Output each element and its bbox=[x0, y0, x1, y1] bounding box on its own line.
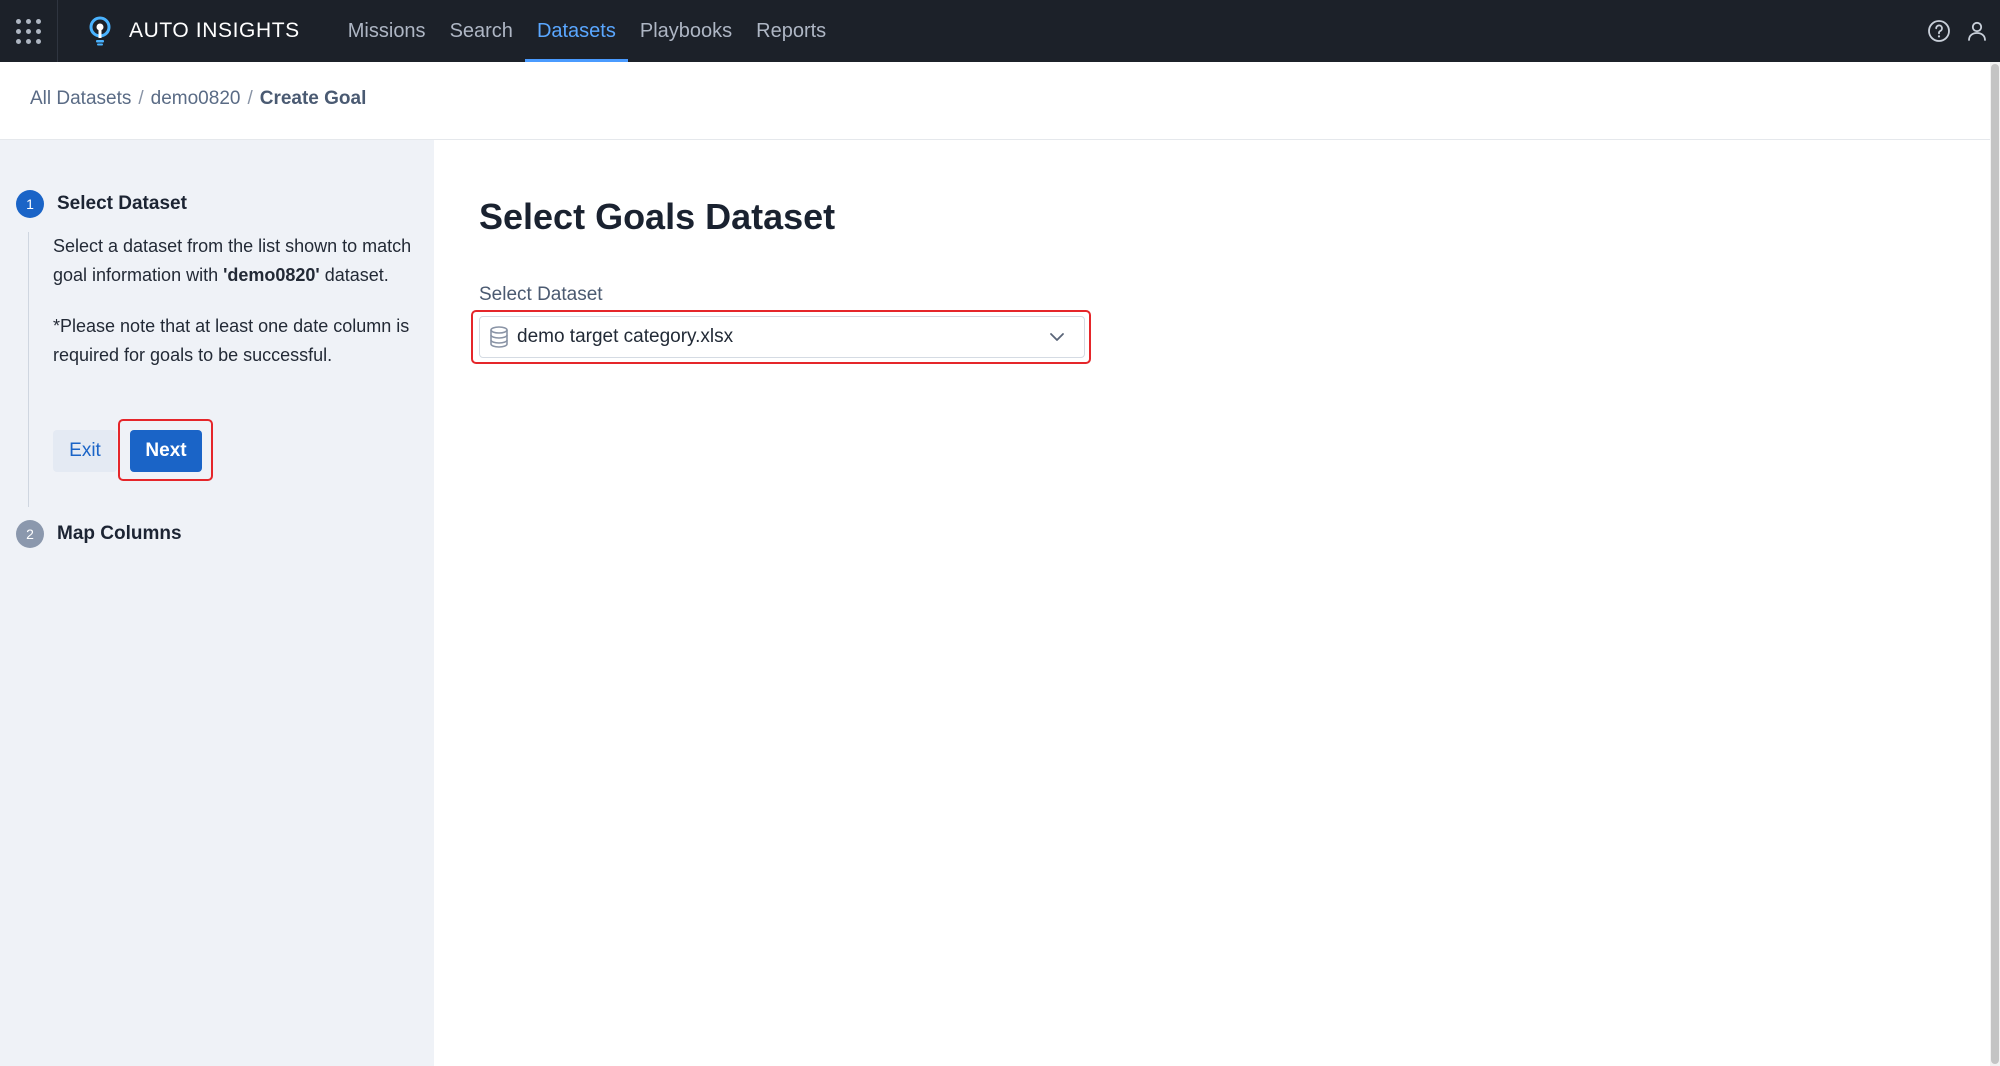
brand-name: AUTO INSIGHTS bbox=[129, 19, 300, 42]
page-title: Select Goals Dataset bbox=[479, 196, 836, 237]
nav-missions[interactable]: Missions bbox=[336, 0, 438, 62]
select-dataset-label: Select Dataset bbox=[479, 284, 603, 305]
step-map-columns[interactable]: 2 Map Columns bbox=[16, 520, 182, 548]
step-connector bbox=[28, 232, 29, 507]
chevron-down-icon[interactable] bbox=[1046, 326, 1068, 348]
user-icon[interactable] bbox=[1962, 16, 1992, 46]
top-right-actions bbox=[1916, 0, 1992, 62]
breadcrumb-separator: / bbox=[138, 88, 144, 109]
nav-playbooks[interactable]: Playbooks bbox=[628, 0, 744, 62]
breadcrumb-all-datasets[interactable]: All Datasets bbox=[30, 88, 131, 110]
main-nav: Missions Search Datasets Playbooks Repor… bbox=[336, 0, 838, 62]
dataset-name: 'demo0820' bbox=[223, 265, 320, 285]
step-select-dataset[interactable]: 1 Select Dataset bbox=[16, 190, 187, 218]
help-icon[interactable] bbox=[1924, 16, 1954, 46]
step-number-badge: 1 bbox=[16, 190, 44, 218]
breadcrumb: All Datasets / demo0820 / Create Goal bbox=[30, 88, 366, 110]
apps-grid-icon bbox=[16, 18, 41, 44]
breadcrumb-separator: / bbox=[247, 88, 253, 109]
nav-search[interactable]: Search bbox=[438, 0, 525, 62]
date-column-note: *Please note that at least one date colu… bbox=[53, 316, 410, 365]
step-title: Map Columns bbox=[57, 523, 182, 544]
breadcrumb-dataset[interactable]: demo0820 bbox=[151, 88, 241, 110]
nav-reports[interactable]: Reports bbox=[744, 0, 838, 62]
nav-datasets[interactable]: Datasets bbox=[524, 0, 628, 62]
database-icon bbox=[488, 325, 510, 349]
brand[interactable]: AUTO INSIGHTS bbox=[88, 16, 300, 46]
step-description: Select a dataset from the list shown to … bbox=[53, 232, 413, 370]
app-launcher-button[interactable] bbox=[0, 0, 58, 62]
dataset-select[interactable]: demo target category.xlsx bbox=[479, 316, 1085, 358]
next-button[interactable]: Next bbox=[130, 430, 202, 472]
exit-button[interactable]: Exit bbox=[53, 430, 117, 472]
breadcrumb-current: Create Goal bbox=[259, 88, 367, 109]
scrollbar-thumb[interactable] bbox=[1991, 64, 1999, 1064]
top-navigation-bar: AUTO INSIGHTS Missions Search Datasets P… bbox=[0, 0, 2000, 62]
step-instructions: Select a dataset from the list shown to … bbox=[53, 236, 412, 285]
lightbulb-logo-icon bbox=[88, 16, 112, 46]
step-title: Select Dataset bbox=[57, 193, 187, 214]
dataset-select-value: demo target category.xlsx bbox=[517, 326, 734, 347]
step-number-badge: 2 bbox=[16, 520, 44, 548]
